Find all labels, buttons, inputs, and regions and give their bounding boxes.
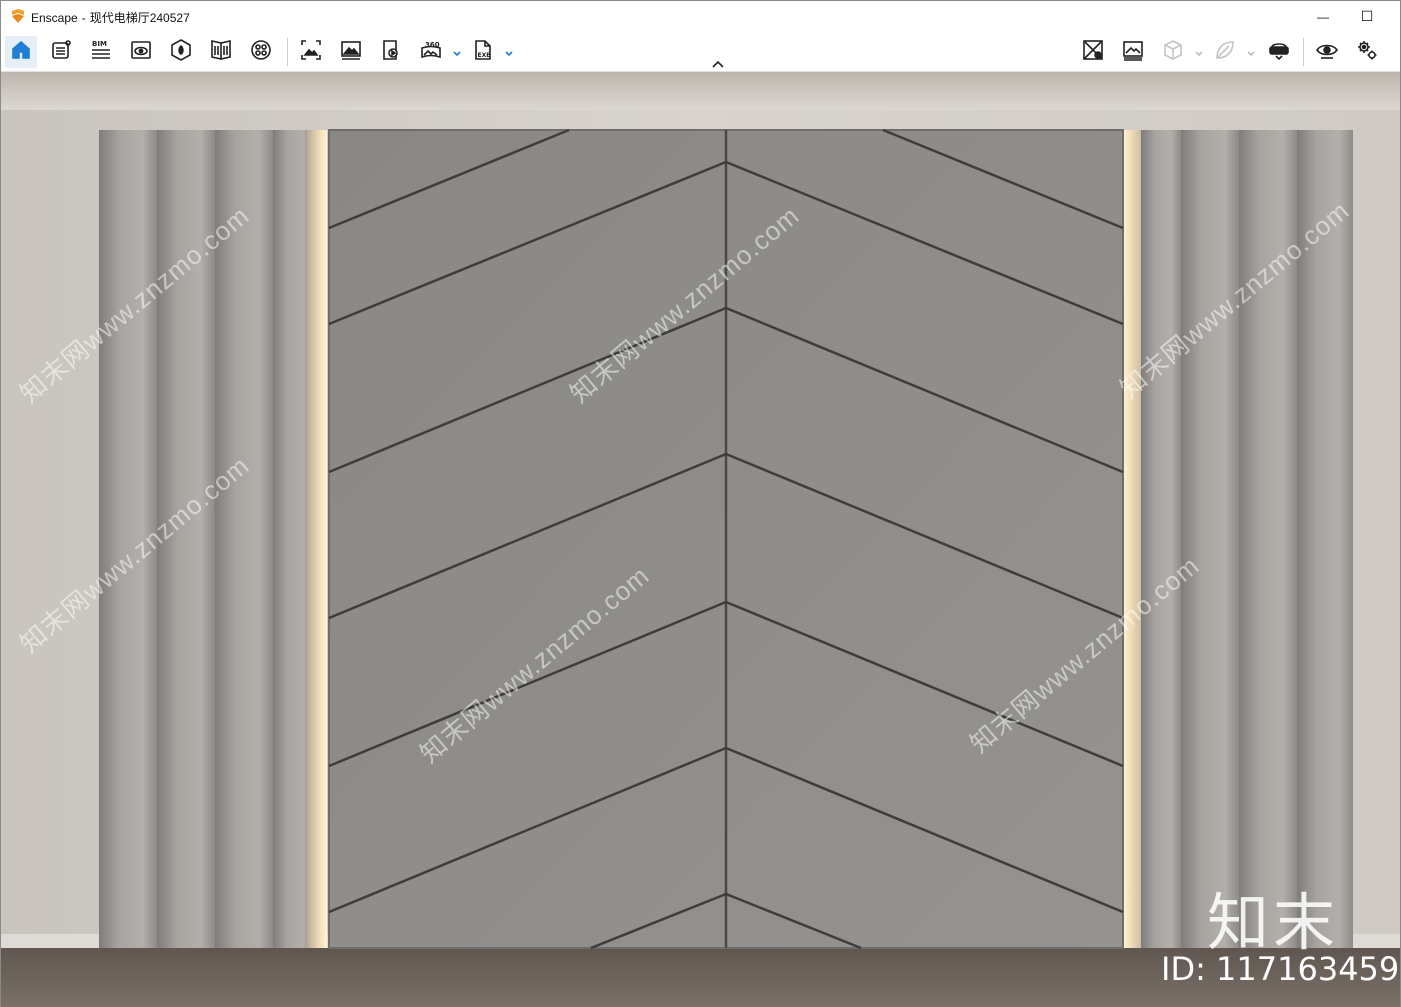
- view-management-icon: [129, 38, 153, 67]
- panorama-360-button[interactable]: 360: [415, 36, 447, 68]
- live-view-eye-icon: [1315, 38, 1339, 67]
- export-dropdown-caret[interactable]: [504, 46, 514, 57]
- minimize-button[interactable]: —: [1300, 1, 1346, 32]
- cube-button[interactable]: [1157, 36, 1189, 68]
- home-icon: [9, 38, 33, 67]
- vr-headset-button[interactable]: [1263, 36, 1295, 68]
- site-context-icon: [1081, 38, 1105, 67]
- material-editor-button[interactable]: [205, 36, 237, 68]
- atmosphere-button[interactable]: [245, 36, 277, 68]
- cube-dropdown-caret[interactable]: [1194, 46, 1204, 57]
- toolbar: BIM 360 EXE: [1, 32, 1400, 72]
- atmosphere-icon: [249, 38, 273, 67]
- bim-label: BIM: [92, 40, 107, 48]
- bim-info-button[interactable]: BIM: [85, 36, 117, 68]
- image-mode-icon: [1121, 38, 1145, 67]
- znzmo-brand-mark: 知末: [1207, 886, 1340, 959]
- chevron-down-icon: [1194, 46, 1204, 63]
- vr-headset-icon: [1267, 38, 1291, 67]
- document-title: 现代电梯厅240527: [89, 11, 190, 25]
- asset-library-icon: [169, 38, 193, 67]
- panorama-dropdown-caret[interactable]: [452, 46, 462, 57]
- screenshot-icon: [299, 38, 323, 67]
- chevron-down-icon: [504, 46, 514, 63]
- title-separator: -: [81, 11, 86, 25]
- render-viewport[interactable]: 知末网www.znzmo.com 知末网www.znzmo.com 知末网www…: [1, 72, 1400, 1007]
- export-exe-button[interactable]: EXE: [467, 36, 499, 68]
- app-name: Enscape: [31, 11, 78, 25]
- home-button[interactable]: [5, 36, 37, 68]
- screenshot-button[interactable]: [295, 36, 327, 68]
- batch-render-button[interactable]: [335, 36, 367, 68]
- title-bar: Enscape - 现代电梯厅240527 — ☐: [1, 1, 1400, 32]
- leaf-dropdown-caret[interactable]: [1246, 46, 1256, 57]
- right-fluted-column: [1123, 130, 1353, 948]
- site-context-button[interactable]: [1077, 36, 1109, 68]
- settings-button[interactable]: [1351, 36, 1383, 68]
- export-exe-icon: EXE: [471, 38, 495, 67]
- live-view-button[interactable]: [1311, 36, 1343, 68]
- batch-render-icon: [339, 38, 363, 67]
- leaf-button[interactable]: [1209, 36, 1241, 68]
- video-editor-button[interactable]: [375, 36, 407, 68]
- enscape-window: Enscape - 现代电梯厅240527 — ☐ BIM 360 EXE 知末…: [0, 0, 1401, 1007]
- asset-id-label: ID: 1171634591: [1161, 950, 1400, 988]
- enscape-logo-icon: [10, 8, 26, 24]
- chevron-down-icon: [1246, 46, 1256, 63]
- bim-info-icon: BIM: [89, 38, 113, 67]
- collapse-toolbar-button[interactable]: [710, 57, 726, 69]
- toolbar-divider: [1303, 38, 1304, 66]
- cube-icon: [1161, 38, 1185, 67]
- document-settings-button[interactable]: [45, 36, 77, 68]
- maximize-button[interactable]: ☐: [1344, 1, 1390, 32]
- toolbar-divider: [287, 38, 288, 66]
- settings-gears-icon: [1355, 38, 1379, 67]
- exe-label: EXE: [478, 52, 491, 59]
- leaf-icon: [1213, 38, 1237, 67]
- panorama-360-icon: 360: [419, 38, 443, 67]
- led-light-strip-left: [307, 130, 327, 948]
- image-mode-button[interactable]: [1117, 36, 1149, 68]
- minimize-icon: —: [1317, 9, 1329, 24]
- maximize-icon: ☐: [1360, 8, 1374, 24]
- material-editor-icon: [209, 38, 233, 67]
- window-title: Enscape - 现代电梯厅240527: [31, 9, 190, 26]
- view-management-button[interactable]: [125, 36, 157, 68]
- ceiling: [1, 72, 1400, 112]
- scene-render: [1, 72, 1400, 1007]
- video-editor-icon: [379, 38, 403, 67]
- asset-library-button[interactable]: [165, 36, 197, 68]
- document-settings-icon: [49, 38, 73, 67]
- chevron-down-icon: [452, 46, 462, 63]
